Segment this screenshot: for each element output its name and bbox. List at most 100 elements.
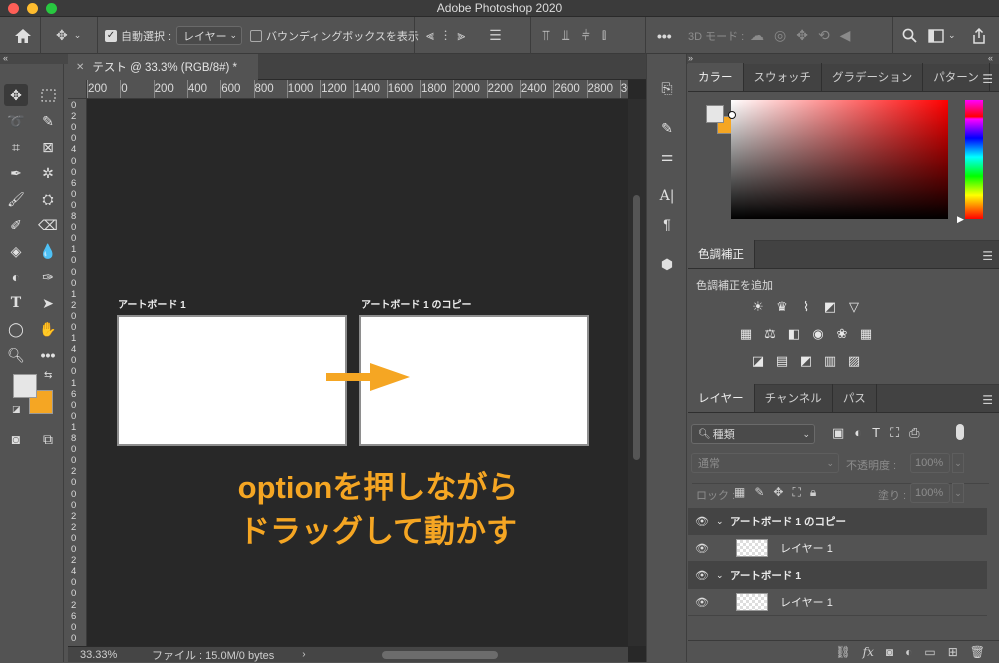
fill-input[interactable]: 100% [910,483,950,503]
auto-select-dropdown[interactable]: レイヤー ⌄ [176,26,242,45]
exposure-icon[interactable]: ◩ [822,300,838,314]
paragraph-panel-icon[interactable]: ¶ [655,214,679,234]
tab-paths[interactable]: パス [833,384,877,412]
screen-mode-icon[interactable]: ⧉ [36,428,60,450]
type-tool-icon[interactable]: T [4,292,28,314]
layer-filter-dropdown[interactable]: 🔍︎ 種類 ⌄ [691,424,815,444]
hue-pointer-icon[interactable]: ▶ [957,214,964,225]
ruler-origin[interactable] [68,80,87,99]
chevron-down-icon[interactable]: ⌄ [716,516,730,527]
distribute-buttons[interactable]: ⫪⫫⫩⫾ [542,17,618,54]
paint-bucket-tool-icon[interactable]: ◈ [4,240,28,262]
fg-color-chip[interactable] [706,105,724,123]
photo-filter-icon[interactable]: ◉ [810,327,826,341]
fx-icon[interactable]: fx [863,645,874,659]
posterize-icon[interactable]: ▤ [774,354,790,368]
more-tools-icon[interactable]: ••• [36,344,60,366]
quick-select-tool-icon[interactable]: ✎ [36,110,60,132]
layer-row[interactable]: 👁︎ レイヤー 1 [688,589,987,616]
expand-panels-icon[interactable]: « [988,53,993,63]
search-icon[interactable] [902,17,917,54]
layer-row-artboard[interactable]: 👁︎ ⌄ アートボード 1 [688,562,987,589]
tab-color[interactable]: カラー [688,63,744,91]
add-mask-icon[interactable]: ◙ [886,645,893,659]
marquee-tool-icon[interactable] [36,84,60,106]
swap-colors-icon[interactable]: ⇆ [44,370,52,381]
more-options-icon[interactable]: ••• [657,17,672,54]
hue-slider[interactable] [965,100,983,219]
file-info[interactable]: ファイル : 15.0M/0 bytes [152,647,274,663]
layer-row-artboard-copy[interactable]: 👁︎ ⌄ アートボード 1 のコピー [688,508,987,535]
status-menu-icon[interactable]: › [302,649,305,660]
vertical-scroll-thumb[interactable] [633,195,640,460]
quick-mask-icon[interactable]: ◙ [4,428,28,450]
invert-icon[interactable]: ◪ [750,354,766,368]
foreground-color-chip[interactable] [13,374,37,398]
collapse-left-icon[interactable]: « [3,53,8,63]
brush-settings-icon[interactable]: ✎ [655,118,679,138]
brightness-contrast-icon[interactable]: ☀ [750,300,766,314]
zoom-tool-icon[interactable]: 🔍︎ [4,344,28,366]
blur-tool-icon[interactable]: 💧 [36,240,60,262]
pen-tool-icon[interactable]: ✑ [36,266,60,288]
color-balance-icon[interactable]: ⚖ [762,327,778,341]
tab-channels[interactable]: チャンネル [755,384,833,412]
color-picker-cursor[interactable] [728,111,736,119]
bounding-box-checkbox[interactable]: バウンディングボックスを表示 [250,17,419,54]
hand-tool-icon[interactable]: ✋ [36,318,60,340]
panel-menu-icon[interactable]: ☰ [982,249,993,263]
curves-icon[interactable]: ⌇ [798,300,814,314]
black-white-icon[interactable]: ◧ [786,327,802,341]
tab-patterns[interactable]: パターン [923,63,990,91]
lock-icons[interactable]: ▦✎✥⛶🔒︎ [734,485,825,500]
workspace-icon[interactable]: ⌄ [928,17,956,54]
opacity-input[interactable]: 100% [910,453,950,473]
artboard-copy-label[interactable]: アートボード 1 のコピー [361,296,472,311]
share-icon[interactable] [972,17,986,54]
layer-filter-icons[interactable]: ▣◐T⛶⎙ [832,425,930,441]
eye-icon[interactable]: 👁︎ [688,569,716,582]
threshold-icon[interactable]: ◩ [798,354,814,368]
eye-icon[interactable]: 👁︎ [688,542,716,555]
color-lookup-icon[interactable]: ▦ [858,327,874,341]
adjust-sliders-icon[interactable]: ⚌ [655,146,679,166]
vibrance-icon[interactable]: ▽ [846,300,862,314]
3d-panel-icon[interactable]: ⬢ [655,254,679,274]
new-group-icon[interactable]: ▭ [924,645,935,659]
levels-icon[interactable]: ♛ [774,300,790,314]
eraser-tool-icon[interactable]: ⌫ [36,214,60,236]
ellipse-tool-icon[interactable]: ◯ [4,318,28,340]
new-layer-icon[interactable]: ⊞ [948,645,958,659]
path-select-tool-icon[interactable]: ➤ [36,292,60,314]
history-panel-icon[interactable]: ⎘ [655,78,679,98]
close-tab-icon[interactable]: ✕ [76,62,84,73]
spot-healing-tool-icon[interactable]: ✲ [36,162,60,184]
history-brush-tool-icon[interactable]: ✐ [4,214,28,236]
default-colors-icon[interactable]: ◪ [12,404,21,415]
filter-toggle[interactable] [956,424,964,440]
link-layers-icon[interactable]: ⛓ [835,645,850,659]
horizontal-scroll-thumb[interactable] [381,650,498,659]
channel-mixer-icon[interactable]: ❀ [834,327,850,341]
layer-row[interactable]: 👁︎ レイヤー 1 [688,535,987,562]
hue-saturation-icon[interactable]: ▦ [738,327,754,341]
auto-select-checkbox[interactable]: ✓ 自動選択 : [105,17,171,54]
zoom-level[interactable]: 33.33% [68,649,130,661]
eyedropper-tool-icon[interactable]: ✒ [4,162,28,184]
tab-gradients[interactable]: グラデーション [822,63,924,91]
lasso-tool-icon[interactable]: ➰ [4,110,28,132]
artboard-1[interactable] [117,315,347,446]
eye-icon[interactable]: 👁︎ [688,515,716,528]
selective-color-icon[interactable]: ▥ [822,354,838,368]
artboard-label[interactable]: アートボード 1 [118,296,186,311]
brush-tool-icon[interactable]: 🖌 [4,188,28,210]
fill-dropdown-icon[interactable]: ⌄ [952,483,964,503]
align-buttons[interactable]: ⫷⫶⫸ ☰ [426,17,512,54]
blend-mode-dropdown[interactable]: 通常 ⌄ [691,453,839,473]
collapse-panels-icon[interactable]: » [688,53,693,63]
adjustment-layer-icon[interactable]: ◐ [905,645,912,659]
panel-menu-icon[interactable]: ☰ [982,72,993,86]
tab-swatches[interactable]: スウォッチ [744,63,822,91]
crop-tool-icon[interactable]: ⌗ [4,136,28,158]
move-tool-icon[interactable]: ✥ [4,84,28,106]
